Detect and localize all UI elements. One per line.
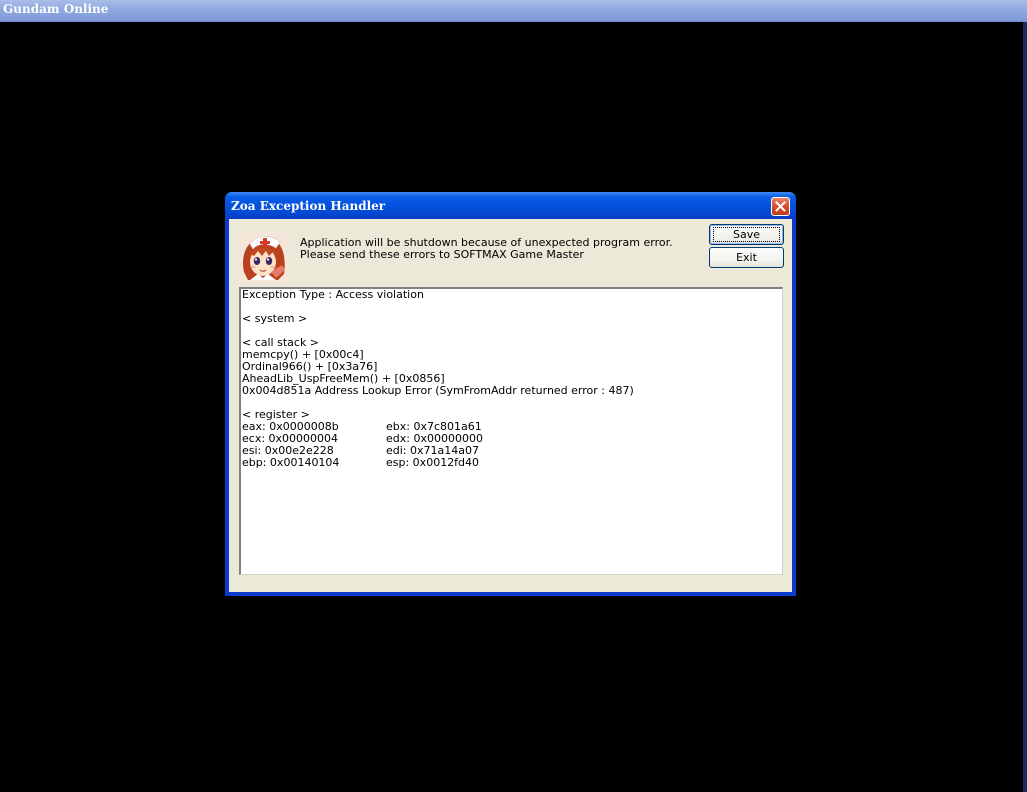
register-value: esp: 0x0012fd40 <box>386 456 480 469</box>
log-line: < system > <box>242 312 308 325</box>
log-line: 0x004d851a Address Lookup Error (SymFrom… <box>242 384 634 397</box>
exit-button[interactable]: Exit <box>709 247 784 268</box>
error-message: Application will be shutdown because of … <box>300 237 710 261</box>
game-window-titlebar: Gundam Online <box>0 0 1027 22</box>
exit-button-label: Exit <box>736 251 757 264</box>
dialog-body: Application will be shutdown because of … <box>229 219 792 592</box>
error-message-line: Please send these errors to SOFTMAX Game… <box>300 248 584 261</box>
error-log-textbox[interactable]: Exception Type : Access violation < syst… <box>239 287 783 575</box>
save-button[interactable]: Save <box>709 224 784 245</box>
dialog-titlebar[interactable]: Zoa Exception Handler <box>225 192 796 219</box>
anime-character-avatar <box>238 232 288 282</box>
register-row: ebp: 0x00140104 esp: 0x0012fd40 <box>242 457 742 469</box>
log-line: Exception Type : Access violation <box>242 288 424 301</box>
window-right-edge <box>1023 22 1027 792</box>
dialog-title: Zoa Exception Handler <box>231 199 386 213</box>
save-button-label: Save <box>712 227 780 242</box>
game-window-title: Gundam Online <box>3 2 109 16</box>
close-button[interactable] <box>771 197 790 216</box>
register-value: ebp: 0x00140104 <box>242 456 340 469</box>
close-icon <box>775 201 786 212</box>
exception-dialog: Zoa Exception Handler Application will b… <box>225 192 796 596</box>
error-log-content: Exception Type : Access violation < syst… <box>242 289 742 469</box>
